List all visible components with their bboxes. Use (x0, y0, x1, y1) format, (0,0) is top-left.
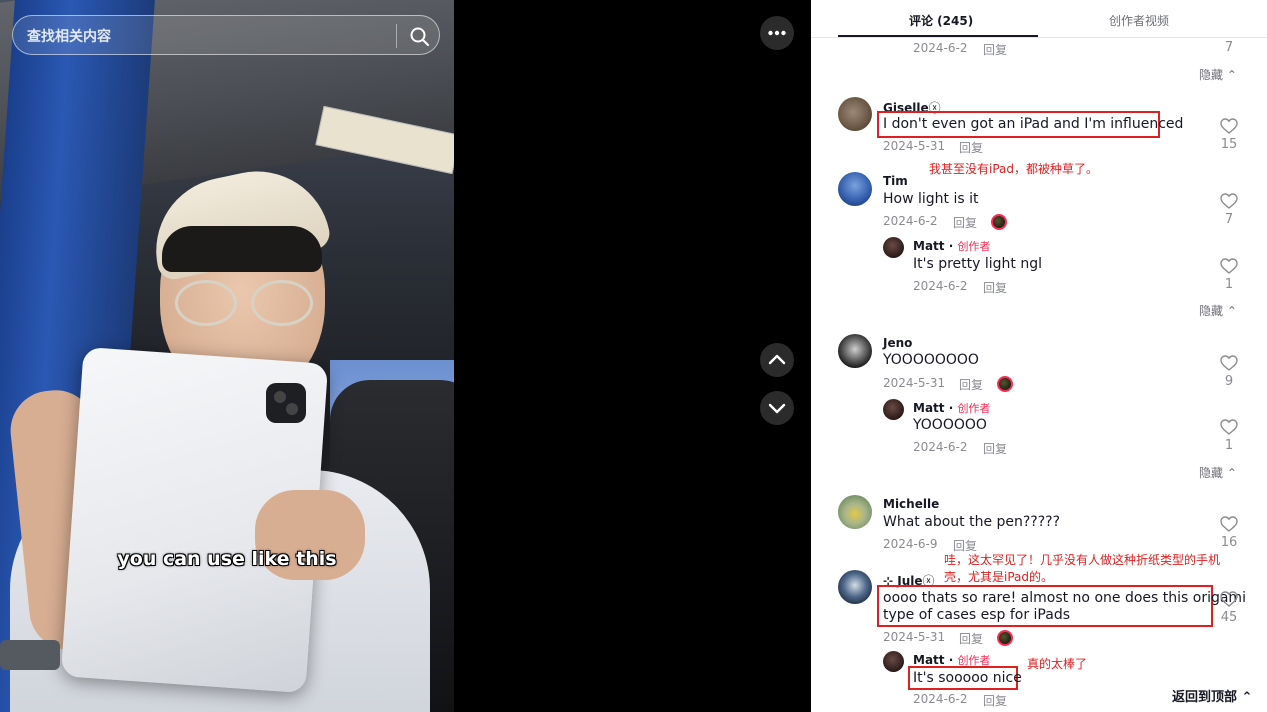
back-to-top-button[interactable]: 返回到顶部 ⌃ (1166, 686, 1259, 705)
like-count: 1 (1224, 438, 1234, 453)
like-count: 9 (1224, 374, 1234, 389)
reply-username[interactable]: Matt · 创作者 (913, 238, 990, 254)
avatar[interactable] (838, 495, 872, 529)
like-count: 15 (1220, 137, 1238, 152)
translation-annotation: 我甚至没有iPad，都被种草了。 (929, 162, 1099, 176)
comment-text: I don't even got an iPad and I'm influen… (883, 116, 1184, 132)
wrist-watch (0, 640, 60, 670)
search-icon[interactable] (407, 24, 433, 50)
glasses (175, 280, 315, 330)
comment-text: YOOOOOOOO (883, 352, 979, 368)
avatar[interactable] (883, 651, 904, 672)
search-bar[interactable]: 查找相关内容 (12, 15, 440, 55)
previous-video-button[interactable] (760, 343, 794, 377)
video-player[interactable]: 查找相关内容 you can use like this (0, 0, 454, 712)
person-hair (162, 226, 322, 272)
reply-button[interactable]: 回复 (959, 376, 983, 393)
reply-button[interactable]: 回复 (959, 139, 983, 156)
reply-button[interactable]: 回复 (983, 440, 1007, 457)
video-caption: you can use like this (117, 548, 337, 570)
search-input[interactable]: 查找相关内容 (27, 26, 111, 46)
active-tab-indicator (838, 35, 1038, 37)
reply-text: YOOOOOO (913, 417, 987, 433)
avatar[interactable] (838, 334, 872, 368)
reply-date: 2024-6-2 (913, 440, 968, 454)
comment-date: 2024-6-2 (883, 214, 938, 228)
reply-username[interactable]: Matt · 创作者 (913, 400, 990, 416)
avatar[interactable] (883, 399, 904, 420)
comment-text: oooo thats so rare! almost no one does t… (883, 590, 1246, 606)
more-icon (768, 30, 786, 36)
reply-button[interactable]: 回复 (983, 41, 1007, 58)
creator-liked-badge (991, 214, 1007, 230)
avatar[interactable] (838, 172, 872, 206)
panel-tabs: 评论 (245) 创作者视频 (811, 0, 1267, 38)
creator-liked-badge (997, 630, 1013, 646)
reply-button[interactable]: 回复 (983, 279, 1007, 296)
comment-username[interactable]: Michelle (883, 497, 939, 511)
heart-icon[interactable] (1220, 355, 1238, 371)
tab-creator-videos[interactable]: 创作者视频 (1109, 12, 1169, 29)
like-count: 1 (1224, 277, 1234, 292)
comment-text: type of cases esp for iPads (883, 607, 1071, 623)
like-count: 45 (1220, 610, 1238, 625)
more-options-button[interactable] (760, 16, 794, 50)
creator-liked-badge (997, 376, 1013, 392)
reply-button[interactable]: 回复 (983, 692, 1007, 709)
chevron-up-icon (768, 354, 786, 365)
heart-icon[interactable] (1220, 193, 1238, 209)
tab-comments[interactable]: 评论 (245) (909, 12, 973, 29)
hide-replies-button[interactable]: 隐藏 ⌃ (1199, 464, 1237, 481)
hide-replies-button[interactable]: 隐藏 ⌃ (1199, 302, 1237, 319)
reply-button[interactable]: 回复 (953, 214, 977, 231)
comment-text: How light is it (883, 191, 979, 207)
comment-username[interactable]: Jeno (883, 336, 912, 350)
chevron-down-icon (768, 403, 786, 414)
comment-text: What about the pen????? (883, 514, 1061, 530)
comment-date: 2024-6-2 (913, 41, 968, 55)
double-chevron-up-icon: ⌃ (1241, 690, 1253, 705)
comment-date: 2024-5-31 (883, 376, 946, 390)
reply-text: It's pretty light ngl (913, 256, 1043, 272)
heart-icon[interactable] (1220, 591, 1238, 607)
heart-icon[interactable] (1220, 118, 1238, 134)
search-divider (396, 24, 397, 48)
comments-panel: 2024-6-2 回复 7 隐藏 ⌃ 评论 (245) 创作者视频 Gisell… (811, 0, 1267, 712)
like-count: 16 (1220, 535, 1238, 550)
avatar[interactable] (838, 97, 872, 131)
heart-icon[interactable] (1220, 516, 1238, 532)
reply-date: 2024-6-2 (913, 279, 968, 293)
comment-date: 2024-5-31 (883, 139, 946, 153)
translation-annotation: 哇，这太罕见了！几乎没有人做这种折纸类型的手机 壳，尤其是iPad的。 (944, 553, 1221, 584)
like-count: 7 (1224, 212, 1234, 227)
next-video-button[interactable] (760, 391, 794, 425)
ipad-camera (266, 383, 306, 423)
heart-icon[interactable] (1220, 258, 1238, 274)
hide-replies-button[interactable]: 隐藏 ⌃ (1199, 66, 1237, 83)
comment-date: 2024-6-9 (883, 537, 938, 551)
avatar[interactable] (883, 237, 904, 258)
avatar[interactable] (838, 570, 872, 604)
translation-annotation: 真的太棒了 (1027, 657, 1088, 671)
comment-username[interactable]: Tim (883, 174, 908, 188)
reply-date: 2024-6-2 (913, 692, 968, 706)
reply-button[interactable]: 回复 (959, 630, 983, 647)
heart-icon[interactable] (1220, 419, 1238, 435)
reply-text: It's sooooo nice (913, 670, 1022, 686)
like-count: 7 (1224, 40, 1234, 55)
comment-date: 2024-5-31 (883, 630, 946, 644)
